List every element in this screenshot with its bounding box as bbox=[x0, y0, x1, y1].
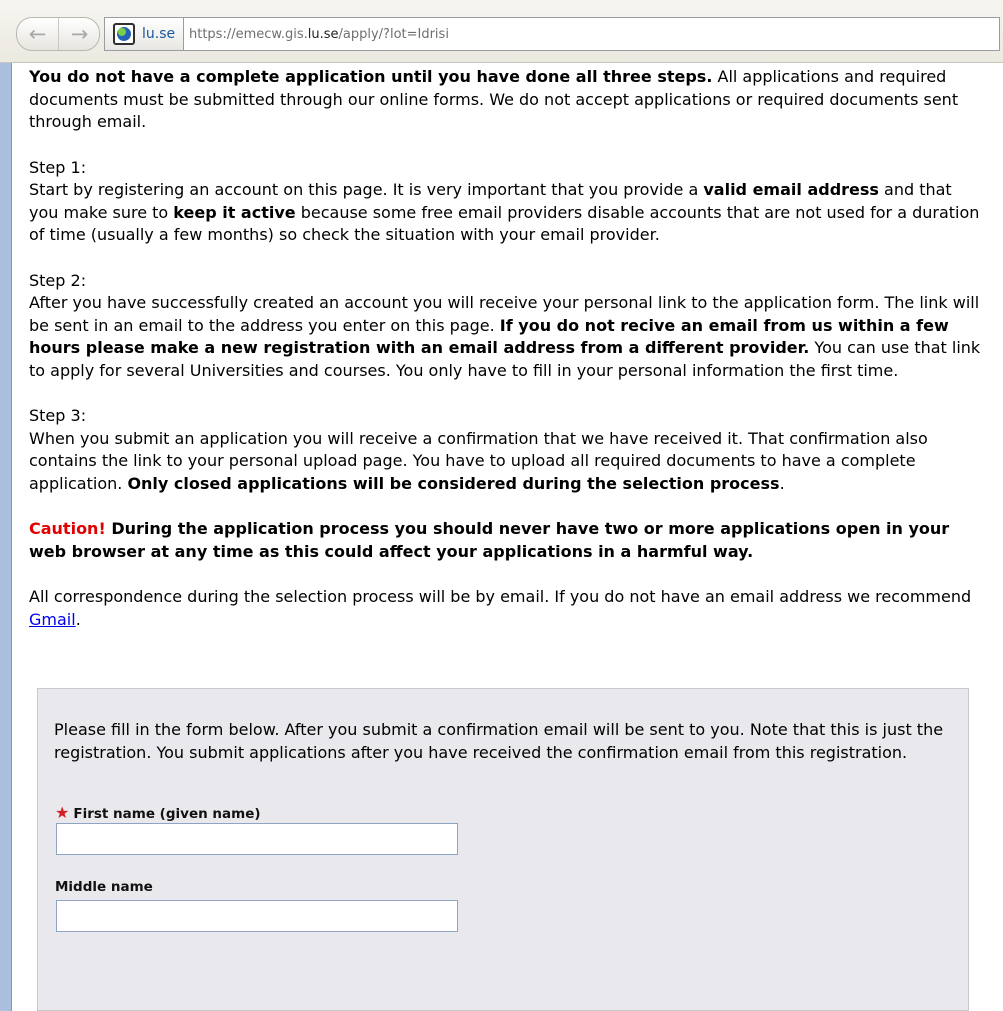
site-globe-icon bbox=[113, 23, 135, 45]
first-name-input[interactable] bbox=[56, 823, 458, 855]
back-button[interactable]: ← bbox=[17, 18, 58, 50]
url-suffix: /apply/?lot=Idrisi bbox=[338, 26, 449, 42]
step-1-bold-b: keep it active bbox=[173, 202, 296, 222]
step-3-heading: Step 3: bbox=[29, 406, 87, 425]
browser-toolbar: ← → lu.se https://emecw.gis. lu.se/apply/… bbox=[0, 0, 1003, 63]
step-3-paragraph: Step 3: When you submit an application y… bbox=[29, 405, 982, 495]
correspondence-paragraph: All correspondence during the selection … bbox=[29, 586, 982, 631]
step-2-paragraph: Step 2: After you have successfully crea… bbox=[29, 270, 982, 383]
step-3-bold-a: Only closed applications will be conside… bbox=[127, 473, 780, 493]
url-prefix: https://emecw.gis. bbox=[189, 26, 308, 42]
step-1-bold-a: valid email address bbox=[703, 180, 879, 199]
site-identity-label: lu.se bbox=[142, 26, 176, 42]
intro-paragraph: You do not have a complete application u… bbox=[29, 66, 982, 134]
first-name-label: ★ First name (given name) bbox=[55, 803, 261, 822]
required-star-icon: ★ bbox=[55, 803, 70, 822]
step-1-paragraph: Step 1: Start by registering an account … bbox=[29, 157, 982, 247]
caution-label: Caution! bbox=[29, 519, 106, 538]
navigation-buttons: ← → bbox=[16, 17, 100, 51]
site-identity-button[interactable]: lu.se bbox=[105, 18, 185, 50]
step-1-text-a: Start by registering an account on this … bbox=[29, 180, 704, 199]
correspondence-text: All correspondence during the selection … bbox=[29, 587, 972, 606]
intro-bold: You do not have a complete application u… bbox=[29, 67, 713, 86]
step-3-text-b: . bbox=[779, 473, 785, 493]
address-bar[interactable]: lu.se https://emecw.gis. lu.se/apply/?lot… bbox=[104, 17, 1000, 51]
url-text[interactable]: https://emecw.gis. lu.se/apply/?lot=Idris… bbox=[189, 18, 449, 50]
caution-paragraph: Caution! During the application process … bbox=[29, 518, 982, 563]
middle-name-input[interactable] bbox=[56, 900, 458, 932]
correspondence-end: . bbox=[75, 609, 81, 629]
middle-name-label-text: Middle name bbox=[55, 879, 153, 895]
forward-arrow-icon: → bbox=[70, 22, 89, 46]
url-host: lu.se bbox=[307, 26, 339, 42]
instructions-content: You do not have a complete application u… bbox=[29, 66, 982, 654]
form-intro-text: Please fill in the form below. After you… bbox=[54, 720, 944, 762]
step-2-heading: Step 2: bbox=[29, 270, 87, 290]
left-sidebar-strip bbox=[0, 63, 12, 1011]
first-name-label-text: First name (given name) bbox=[73, 806, 261, 822]
step-1-heading: Step 1: bbox=[29, 157, 87, 177]
gmail-link[interactable]: Gmail bbox=[29, 610, 76, 629]
back-arrow-icon: ← bbox=[28, 22, 47, 46]
caution-text: During the application process you shoul… bbox=[29, 519, 950, 561]
middle-name-label: Middle name bbox=[55, 879, 153, 895]
forward-button[interactable]: → bbox=[58, 18, 100, 50]
registration-form-panel: Please fill in the form below. After you… bbox=[37, 688, 969, 1011]
